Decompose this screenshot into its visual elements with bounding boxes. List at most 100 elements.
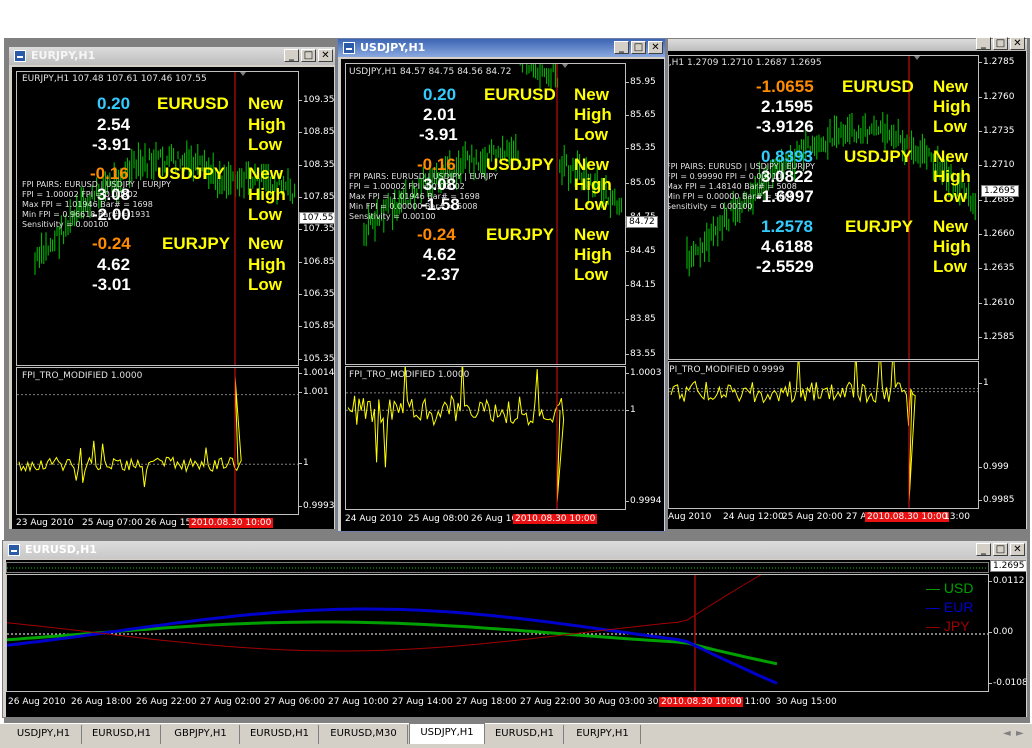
chart-body[interactable]: EURJPY,H1 107.48 107.61 107.46 107.55 FP… [12,67,334,529]
price-tick: 83.85 [626,314,656,324]
group-1-value: 0.20 [423,85,457,104]
close-button[interactable]: ✕ [648,41,663,54]
price-tick: 105.35 [299,354,334,364]
group-3-low: -2.5529 [756,257,814,276]
tabs-scroll-left-button[interactable]: ◄ [1003,728,1011,739]
indicator-line [670,362,916,503]
group-3-value: 1.2578 [761,217,813,236]
group-1-value: -1.0655 [756,77,814,96]
tab-eurjpy-h1[interactable]: EURJPY,H1 [565,725,641,744]
indicator-tick: 0.9994 [626,496,662,506]
indicator-label: FPI_TRO_MODIFIED 1.0000 [22,371,143,381]
group-1-pair: EURUSD [842,77,914,96]
group-3-high: 4.62 [97,255,131,274]
indicator-pane[interactable] [16,367,299,515]
maximize-button[interactable]: □ [993,543,1008,556]
price-tick: 85.05 [626,178,656,188]
chart-window-eurjpy[interactable]: EURJPY,H1 _ □ ✕ EURJPY,H1 107.48 107.61 … [8,46,336,530]
minimize-button[interactable]: _ [284,49,299,62]
close-button[interactable]: ✕ [1010,37,1025,50]
group-3-label-new: New [248,234,283,253]
indicator-tick: 1.0003 [626,368,662,378]
indicator-tick: 1 [979,378,989,388]
group-3-label-high: High [933,237,971,256]
title-bar[interactable]: EURJPY,H1 _ □ ✕ [9,47,335,65]
group-2-high: 3.08 [97,185,131,204]
price-tick: 109.35 [299,95,334,105]
group-2-label-new: New [248,164,283,183]
price-tick: 1.2760 [979,92,1015,102]
indicator-tick: 0.9985 [979,495,1015,505]
tabs-scroll-right-button[interactable]: ► [1016,728,1024,739]
indicator-pane[interactable] [345,366,626,510]
chart-window-gbpusd[interactable]: _ □ ✕ GBPUSD,H1 1.2709 1.2710 1.2687 1.2… [667,37,1028,530]
chart-icon [14,50,26,62]
maximize-button[interactable]: □ [301,49,316,62]
group-3-label-high: High [574,245,612,264]
group-1-high: 2.1595 [761,97,813,116]
group-2-label-low: Low [933,187,967,206]
group-1-high: 2.54 [97,115,131,134]
close-button[interactable]: ✕ [318,49,333,62]
minimize-button[interactable]: _ [976,37,991,50]
chart-window-eurusd[interactable]: EURUSD,H1 _ □ ✕ 1.2695 — USD — EUR — JPY… [2,540,1028,718]
group-1-pair: EURUSD [484,85,556,104]
minimize-button[interactable]: _ [976,543,991,556]
window-title: EURJPY,H1 [31,49,96,62]
time-marker: 2010.08.30 10:00 [865,512,950,522]
group-2-high: 3.0822 [761,167,813,186]
group-1-label-low: Low [248,135,282,154]
time-marker: 2010.08.30 10:00 [659,697,744,707]
price-tick: 1.2785 [979,57,1015,67]
group-2-label-low: Low [574,195,608,214]
time-tick: 24 Aug 2010 [345,514,403,524]
title-bar[interactable]: _ □ ✕ [668,37,1027,51]
group-3-label-new: New [933,217,968,236]
time-tick: 23 Aug 2010 [16,518,74,528]
chart-body[interactable]: GBPUSD,H1 1.2709 1.2710 1.2687 1.2695 FP… [668,51,1026,529]
tab-eurusd-h1-3[interactable]: EURUSD,H1 [486,725,564,744]
tab-eurusd-h1-2[interactable]: EURUSD,H1 [241,725,319,744]
price-tick: 105.85 [299,321,334,331]
group-2-label-high: High [248,185,286,204]
group-2-value: -0.16 [417,155,456,174]
maximize-button[interactable]: □ [993,37,1008,50]
usd-line [7,620,778,666]
group-2-low: -2.00 [92,205,131,224]
group-3-label-low: Low [248,275,282,294]
time-tick: 25 Aug 20:00 [782,512,843,522]
tab-eurusd-m30[interactable]: EURUSD,M30 [320,725,408,744]
price-tick: 1.2585 [979,332,1015,342]
title-bar[interactable]: USDJPY,H1 _ □ ✕ [338,39,665,57]
time-tick: 27 Aug 02:00 [200,697,261,707]
price-tick: 1.2710 [979,160,1015,170]
tab-gbpjpy-h1[interactable]: GBPJPY,H1 [162,725,240,744]
time-tick: 0 11:00 [736,697,771,707]
group-2-label-high: High [574,175,612,194]
close-button[interactable]: ✕ [1010,543,1025,556]
title-bar[interactable]: EURUSD,H1 _ □ ✕ [3,541,1027,559]
price-tick: 106.85 [299,257,334,267]
tab-eurusd-h1[interactable]: EURUSD,H1 [83,725,161,744]
tab-usdjpy-h1-active[interactable]: USDJPY,H1 [409,723,485,744]
strength-pane[interactable] [6,574,989,692]
price-tick: 1.2660 [979,229,1015,239]
strength-tick: -0.0108 [989,678,1026,688]
tab-usdjpy-h1[interactable]: USDJPY,H1 [6,725,82,744]
indicator-pane[interactable] [668,361,979,509]
eur-line [7,607,778,685]
price-tick: 108.35 [299,160,334,170]
chart-header: USDJPY,H1 84.57 84.75 84.56 84.72 [349,67,512,77]
time-tick: 27 Aug 14:00 [392,697,453,707]
price-tick: 84.45 [626,246,656,256]
chart-body[interactable]: USDJPY,H1 84.57 84.75 84.56 84.72 FPI PA… [341,59,664,531]
chart-window-usdjpy[interactable]: USDJPY,H1 _ □ ✕ USDJPY,H1 84.57 84.75 84… [337,38,666,532]
chart-body[interactable]: 1.2695 — USD — EUR — JPY 0.0112 0.00 -0.… [6,560,1026,717]
price-tick: 83.55 [626,349,656,359]
strength-tick: 0.0112 [989,576,1025,586]
minimize-button[interactable]: _ [614,41,629,54]
maximize-button[interactable]: □ [631,41,646,54]
price-tick: 85.95 [626,77,656,87]
time-tick: 27 Aug 18:00 [456,697,517,707]
indicator-tick: 0.999 [979,462,1009,472]
